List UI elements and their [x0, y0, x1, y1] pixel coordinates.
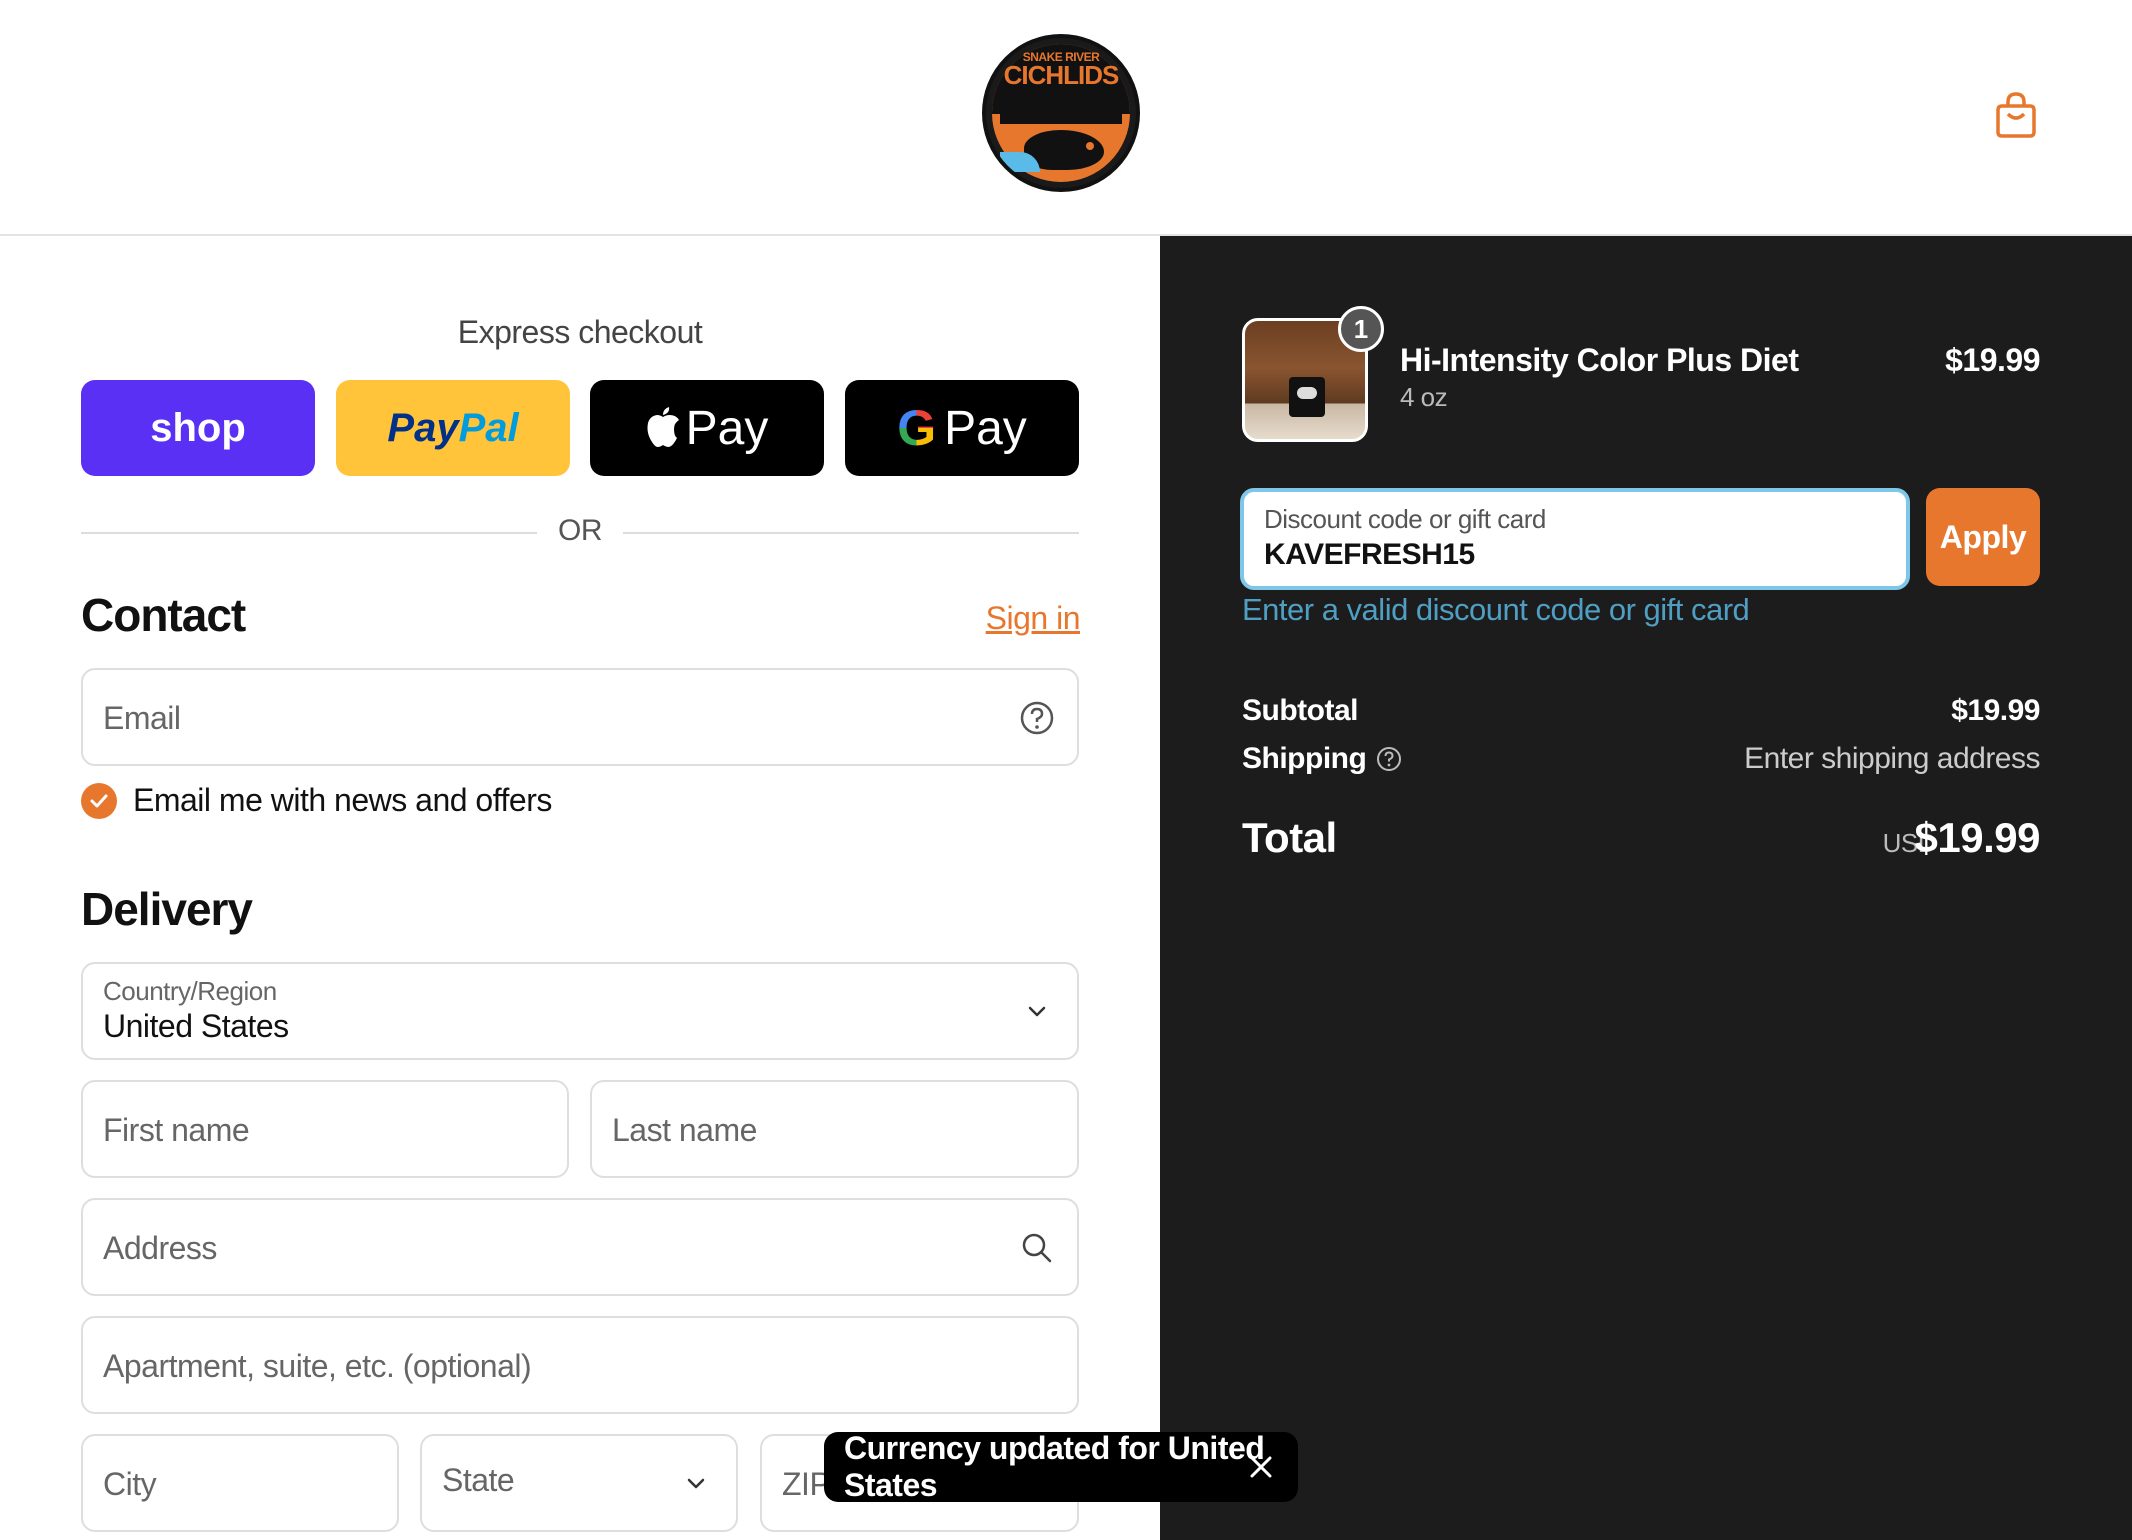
- total-value: $19.99: [1914, 814, 2041, 861]
- first-name-placeholder: First name: [103, 1112, 250, 1148]
- google-pay-button[interactable]: G Pay: [845, 380, 1079, 476]
- product-variant: 4 oz: [1400, 382, 1448, 412]
- city-placeholder: City: [103, 1466, 157, 1502]
- checkmark-icon: [90, 794, 108, 807]
- newsletter-row: Email me with news and offers: [81, 782, 552, 819]
- product-jar-label: [1297, 387, 1317, 399]
- apple-pay-button[interactable]: Pay: [590, 380, 824, 476]
- discount-code-field[interactable]: Discount code or gift card KAVEFRESH15: [1240, 488, 1910, 590]
- apartment-placeholder: Apartment, suite, etc. (optional): [103, 1348, 532, 1384]
- country-label: Country/Region: [103, 976, 277, 1006]
- contact-title: Contact: [81, 589, 246, 641]
- state-select[interactable]: State: [420, 1434, 738, 1532]
- email-placeholder: Email: [103, 700, 181, 736]
- paypal-button[interactable]: Pay Pal: [336, 380, 570, 476]
- currency-toast: Currency updated for United States: [824, 1430, 1298, 1503]
- paypal-label-pal: Pal: [458, 405, 519, 450]
- search-icon: [1022, 1233, 1052, 1263]
- subtotal-label: Subtotal: [1242, 694, 1359, 727]
- help-circle-icon[interactable]: [1376, 746, 1402, 772]
- shop-pay-button[interactable]: shop: [81, 380, 315, 476]
- divider-right: [623, 532, 1079, 534]
- shipping-label-row: Shipping: [1242, 742, 1402, 776]
- checkout-form: Express checkout shop Pay Pal Pay G Pay O…: [0, 236, 1160, 1540]
- help-circle-icon[interactable]: [1019, 700, 1055, 736]
- chevron-down-icon: [1028, 1006, 1046, 1017]
- apply-discount-button[interactable]: Apply: [1926, 488, 2040, 586]
- discount-error-message: Enter a valid discount code or gift card: [1242, 592, 1750, 627]
- cart-button[interactable]: [1994, 90, 2038, 138]
- address-field[interactable]: Address: [81, 1198, 1079, 1296]
- store-logo[interactable]: SNAKE RIVER CICHLIDS: [982, 34, 1140, 192]
- last-name-field[interactable]: Last name: [590, 1080, 1079, 1178]
- logo-text-main: CICHLIDS: [1003, 60, 1120, 90]
- apartment-field[interactable]: Apartment, suite, etc. (optional): [81, 1316, 1079, 1414]
- total-label: Total: [1242, 814, 1337, 861]
- first-name-field[interactable]: First name: [81, 1080, 569, 1178]
- shipping-label: Shipping: [1242, 742, 1367, 775]
- subtotal-value: $19.99: [1951, 694, 2040, 727]
- country-select[interactable]: Country/Region United States: [81, 962, 1079, 1060]
- delivery-title: Delivery: [81, 883, 253, 935]
- newsletter-label: Email me with news and offers: [133, 782, 552, 818]
- google-pay-label: Pay: [944, 401, 1027, 455]
- apple-icon: [647, 407, 679, 447]
- google-g-icon: G: [897, 400, 937, 456]
- toast-message: Currency updated for United States: [844, 1430, 1265, 1503]
- shipping-value: Enter shipping address: [1744, 742, 2040, 775]
- shop-pay-label: shop: [150, 405, 246, 450]
- quantity-badge: 1: [1338, 306, 1384, 352]
- chevron-down-icon: [687, 1478, 705, 1489]
- divider-left: [81, 532, 537, 534]
- page-header: SNAKE RIVER CICHLIDS: [0, 0, 2132, 236]
- logo-bridge: [1000, 114, 1122, 124]
- last-name-placeholder: Last name: [612, 1112, 757, 1148]
- order-summary: 1 Hi-Intensity Color Plus Diet 4 oz $19.…: [1160, 236, 2132, 1540]
- close-icon[interactable]: [1246, 1452, 1276, 1482]
- logo-fish-eye: [1086, 142, 1094, 150]
- state-placeholder: State: [442, 1462, 515, 1498]
- apple-pay-label: Pay: [685, 401, 769, 455]
- country-value: United States: [103, 1008, 289, 1044]
- address-placeholder: Address: [103, 1230, 217, 1266]
- newsletter-checkbox[interactable]: [81, 782, 117, 819]
- discount-value: KAVEFRESH15: [1264, 538, 1475, 571]
- or-divider-label: OR: [558, 514, 603, 547]
- express-checkout-title: Express checkout: [457, 314, 703, 350]
- paypal-label-pay: Pay: [387, 405, 459, 450]
- product-name: Hi-Intensity Color Plus Diet: [1400, 342, 1799, 378]
- city-field[interactable]: City: [81, 1434, 399, 1532]
- product-price: $19.99: [1945, 342, 2040, 378]
- email-field[interactable]: Email: [81, 668, 1079, 766]
- discount-label: Discount code or gift card: [1264, 504, 1546, 534]
- shopping-bag-icon: [1996, 92, 2036, 138]
- sign-in-link[interactable]: Sign in: [986, 600, 1081, 637]
